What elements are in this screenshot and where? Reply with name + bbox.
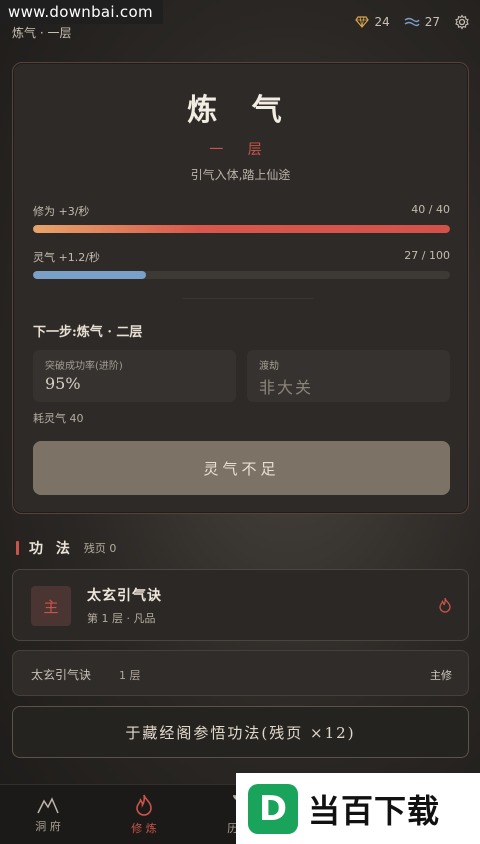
main-skill-card[interactable]: 主 太玄引气诀 第 1 层 · 凡品	[12, 569, 469, 641]
skills-section-title: 功 法	[29, 541, 74, 557]
ad-text: 当百下载	[308, 791, 441, 830]
xiuwei-value: 40 / 40	[411, 203, 450, 216]
xiuwei-label: 修为 +3/秒	[33, 205, 90, 218]
success-rate-box: 突破成功率(进阶) 95%	[33, 350, 236, 402]
gear-icon[interactable]	[454, 14, 470, 30]
skill-row-name: 太玄引气诀	[31, 668, 92, 682]
tribulation-label: 渡劫	[259, 361, 279, 372]
study-skill-button[interactable]: 于藏经阁参悟功法(残页 ×12)	[12, 706, 469, 758]
skills-section-header: 功 法 残页 0	[16, 538, 116, 558]
lingqi-bar-fill	[33, 271, 146, 279]
xiuwei-progress: 修为 +3/秒 40 / 40	[33, 203, 450, 233]
tribulation-value: 非大关	[259, 378, 314, 397]
tribulation-box: 渡劫 非大关	[247, 350, 450, 402]
nav-label-cave: 洞 府	[35, 820, 61, 833]
resource-bar: 24 27	[355, 14, 470, 30]
breakthrough-button[interactable]: 灵气不足	[33, 441, 450, 495]
flame-icon	[439, 597, 451, 613]
lingqi-progress: 灵气 +1.2/秒 27 / 100	[33, 249, 450, 279]
gem-counter[interactable]: 24	[355, 15, 390, 29]
xiuwei-bar-track	[33, 225, 450, 233]
mountain-icon	[37, 797, 59, 814]
nav-label-cultivate: 修 炼	[131, 822, 157, 835]
fragment-count: 残页 0	[83, 542, 117, 555]
spirit-stone-count: 27	[424, 15, 440, 29]
watermark: www.downbai.com	[0, 0, 163, 24]
xiuwei-bar-fill	[33, 225, 450, 233]
main-skill-name: 太玄引气诀	[87, 588, 162, 604]
skill-row-main-tag: 主修	[430, 669, 452, 682]
section-accent-bar	[16, 541, 19, 555]
lingqi-label: 灵气 +1.2/秒	[33, 251, 100, 264]
ad-overlay: D 当百下载	[236, 773, 480, 844]
lingqi-bar-track	[33, 271, 450, 279]
main-skill-meta: 第 1 层 · 凡品	[87, 612, 156, 625]
ad-logo: D	[248, 783, 298, 834]
realm-title: 炼 气	[187, 93, 294, 128]
nav-item-cultivate[interactable]: 修 炼	[96, 785, 192, 844]
spirit-stone-counter[interactable]: 27	[404, 15, 440, 29]
skill-list-item[interactable]: 太玄引气诀 1 层 主修	[12, 650, 469, 696]
spirit-flow-icon	[404, 17, 420, 27]
gem-count: 24	[374, 15, 390, 29]
success-rate-label: 突破成功率(进阶)	[45, 361, 123, 372]
skill-row-level: 1 层	[119, 669, 141, 682]
divider	[183, 298, 313, 299]
lingqi-value: 27 / 100	[404, 249, 450, 262]
gem-icon	[355, 16, 370, 28]
breakthrough-cost: 耗灵气 40	[33, 412, 84, 425]
success-rate-value: 95%	[45, 374, 81, 393]
nav-item-cave[interactable]: 洞 府	[0, 785, 96, 844]
header-realm-label: 炼气 · 一层	[12, 26, 72, 40]
realm-level: 一 层	[209, 142, 272, 158]
flame-icon	[136, 794, 152, 816]
realm-description: 引气入体,踏上仙途	[190, 168, 291, 182]
main-skill-badge: 主	[31, 586, 71, 626]
cultivation-card: 炼 气 一 层 引气入体,踏上仙途 修为 +3/秒 40 / 40 灵气 +1.…	[12, 62, 469, 514]
next-step-label: 下一步:炼气 · 二层	[33, 325, 143, 340]
